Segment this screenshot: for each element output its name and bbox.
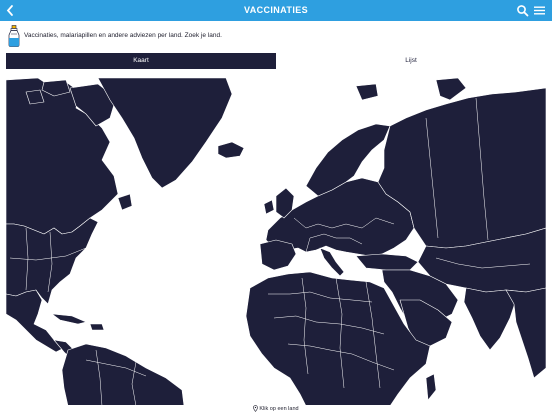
country-turkey[interactable] (355, 253, 419, 271)
country-mexico[interactable] (6, 289, 65, 353)
location-pin-icon (253, 405, 259, 412)
top-bar: VACCINATIES (0, 0, 552, 21)
country-iceland[interactable] (217, 141, 245, 159)
country-hispaniola[interactable] (89, 323, 105, 331)
vaccine-bottle-icon (6, 25, 22, 47)
menu-button[interactable] (533, 4, 546, 17)
country-india[interactable] (463, 287, 517, 351)
page-title: VACCINATIES (243, 5, 309, 15)
map-hint: Klik op een land (0, 405, 552, 414)
island-newfoundland[interactable] (117, 193, 133, 211)
search-icon (517, 5, 529, 17)
country-italy[interactable] (319, 247, 345, 277)
search-button[interactable] (516, 4, 529, 17)
world-map[interactable] (6, 78, 546, 406)
country-iberia[interactable] (259, 239, 297, 271)
intro-section: Vaccinaties, malariapillen en andere adv… (6, 25, 546, 47)
island-novaya-zemlya[interactable] (435, 78, 467, 101)
country-ireland[interactable] (263, 199, 275, 215)
hamburger-menu-icon (534, 6, 545, 15)
tab-map[interactable]: Kaart (6, 53, 276, 69)
map-hint-text: Klik op een land (259, 406, 299, 412)
world-map-canvas[interactable] (6, 78, 546, 406)
country-south-america[interactable] (61, 343, 185, 406)
country-cuba[interactable] (51, 313, 87, 325)
country-madagascar[interactable] (425, 373, 437, 401)
country-greenland[interactable] (97, 78, 233, 189)
view-tabs: Kaart Lijst (6, 53, 546, 69)
tab-list[interactable]: Lijst (276, 53, 546, 69)
island-svalbard[interactable] (355, 83, 379, 101)
intro-text: Vaccinaties, malariapillen en andere adv… (24, 32, 222, 39)
